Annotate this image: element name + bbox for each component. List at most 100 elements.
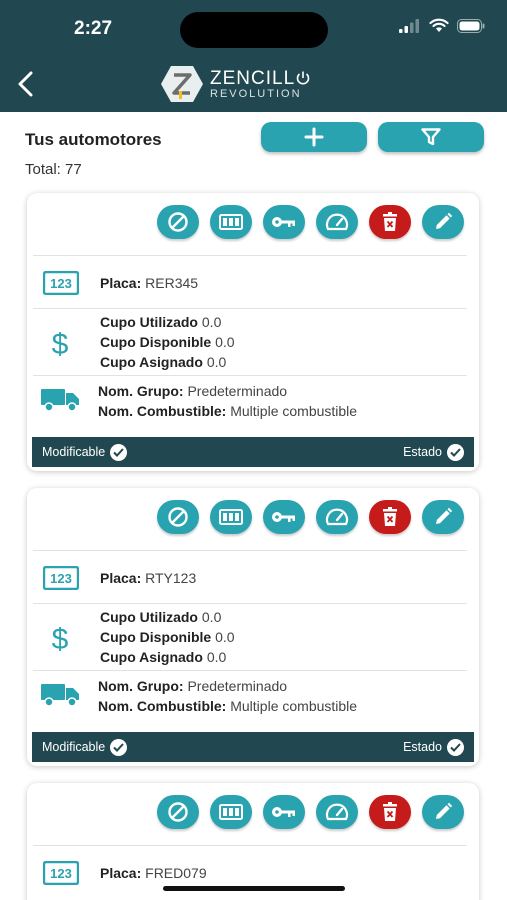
disable-button[interactable] xyxy=(157,795,199,829)
grupo-row: Nom. Grupo: Predeterminado xyxy=(98,678,288,694)
speed-button[interactable] xyxy=(316,205,358,239)
combustible-row: Nom. Combustible: Multiple combustible xyxy=(98,698,358,714)
block-icon xyxy=(168,212,188,232)
truck-icon xyxy=(40,682,80,713)
vehicle-card: 123 Placa: RER345 $ Cupo Utilizado 0.0 C… xyxy=(27,193,479,471)
key-button[interactable] xyxy=(263,795,305,829)
key-button[interactable] xyxy=(263,205,305,239)
modificable-status: Modificable xyxy=(42,443,128,461)
speed-button[interactable] xyxy=(316,500,358,534)
plate-123-icon: 123 xyxy=(42,270,80,300)
key-icon xyxy=(272,217,295,227)
grupo-row: Nom. Grupo: Predeterminado xyxy=(98,383,288,399)
plus-icon xyxy=(304,127,324,147)
delete-button[interactable] xyxy=(369,500,411,534)
logo-main-text: ZENCILL xyxy=(210,69,311,88)
plate-row: Placa: RER345 xyxy=(100,275,199,291)
dynamic-island xyxy=(180,12,328,48)
divider xyxy=(33,550,467,551)
back-button[interactable] xyxy=(14,68,38,100)
delete-button[interactable] xyxy=(369,205,411,239)
vehicle-card: 123 Placa: RTY123 $ Cupo Utilizado 0.0 C… xyxy=(27,488,479,766)
signal-icon xyxy=(399,18,419,33)
plate-123-icon: 123 xyxy=(42,565,80,595)
card-actions xyxy=(157,795,464,829)
dollar-icon: $ xyxy=(49,622,71,659)
counter-icon xyxy=(219,509,243,525)
check-icon xyxy=(110,443,128,461)
power-icon xyxy=(296,71,310,85)
battery-icon xyxy=(457,18,485,33)
speed-button[interactable] xyxy=(316,795,358,829)
combustible-row: Nom. Combustible: Multiple combustible xyxy=(98,403,358,419)
svg-text:123: 123 xyxy=(50,571,72,586)
wifi-icon xyxy=(429,18,449,32)
odometer-button[interactable] xyxy=(210,205,252,239)
plate-row: Placa: FRED079 xyxy=(100,865,207,881)
odometer-button[interactable] xyxy=(210,795,252,829)
dollar-icon: $ xyxy=(49,327,71,364)
key-icon xyxy=(272,807,295,817)
chevron-left-icon xyxy=(18,71,33,97)
svg-text:123: 123 xyxy=(50,276,72,291)
estado-status: Estado xyxy=(403,738,464,756)
key-button[interactable] xyxy=(263,500,305,534)
card-footer: Modificable Estado xyxy=(32,732,474,762)
app-logo: ZENCILL REVOLUTION xyxy=(160,64,311,104)
home-indicator[interactable] xyxy=(163,886,345,891)
add-vehicle-button[interactable] xyxy=(261,122,367,152)
edit-button[interactable] xyxy=(422,205,464,239)
logo-sub-text: REVOLUTION xyxy=(210,87,302,100)
edit-button[interactable] xyxy=(422,500,464,534)
divider xyxy=(33,308,467,309)
cupo-utilizado-row: Cupo Utilizado 0.0 xyxy=(100,314,222,330)
logo-hexagon-icon xyxy=(161,66,203,102)
speedometer-icon xyxy=(325,213,349,231)
card-actions xyxy=(157,205,464,239)
trash-icon xyxy=(383,507,397,526)
block-icon xyxy=(168,802,188,822)
trash-icon xyxy=(383,212,397,231)
delete-button[interactable] xyxy=(369,795,411,829)
divider xyxy=(33,603,467,604)
card-actions xyxy=(157,500,464,534)
odometer-button[interactable] xyxy=(210,500,252,534)
trash-icon xyxy=(383,802,397,821)
filter-button[interactable] xyxy=(378,122,484,152)
top-bar: 2:27 ZENCILL REVOLUTION xyxy=(0,0,507,112)
divider xyxy=(33,255,467,256)
vehicle-card: 123 Placa: FRED079 xyxy=(27,783,479,900)
status-icons xyxy=(399,18,485,33)
speedometer-icon xyxy=(325,508,349,526)
edit-button[interactable] xyxy=(422,795,464,829)
key-icon xyxy=(272,512,295,522)
divider xyxy=(33,845,467,846)
plate-value: RTY123 xyxy=(145,570,197,586)
block-icon xyxy=(168,507,188,527)
divider xyxy=(33,670,467,671)
total-count: Total: 77 xyxy=(25,161,82,178)
truck-icon xyxy=(40,387,80,418)
card-footer: Modificable Estado xyxy=(32,437,474,467)
check-icon xyxy=(447,738,464,756)
svg-text:$: $ xyxy=(52,328,69,359)
counter-icon xyxy=(219,804,243,820)
plate-row: Placa: RTY123 xyxy=(100,570,197,586)
filter-icon xyxy=(421,128,441,146)
svg-text:123: 123 xyxy=(50,866,72,881)
cupo-asignado-row: Cupo Asignado 0.0 xyxy=(100,354,227,370)
speedometer-icon xyxy=(325,803,349,821)
check-icon xyxy=(110,738,128,756)
status-time: 2:27 xyxy=(74,18,113,39)
modificable-status: Modificable xyxy=(42,738,128,756)
pencil-icon xyxy=(436,212,453,229)
page-title: Tus automotores xyxy=(25,130,162,149)
cupo-utilizado-row: Cupo Utilizado 0.0 xyxy=(100,609,222,625)
plate-value: RER345 xyxy=(145,275,199,291)
disable-button[interactable] xyxy=(157,205,199,239)
divider xyxy=(33,375,467,376)
cupo-disponible-row: Cupo Disponible 0.0 xyxy=(100,629,235,645)
counter-icon xyxy=(219,214,243,230)
disable-button[interactable] xyxy=(157,500,199,534)
svg-text:$: $ xyxy=(52,623,69,654)
